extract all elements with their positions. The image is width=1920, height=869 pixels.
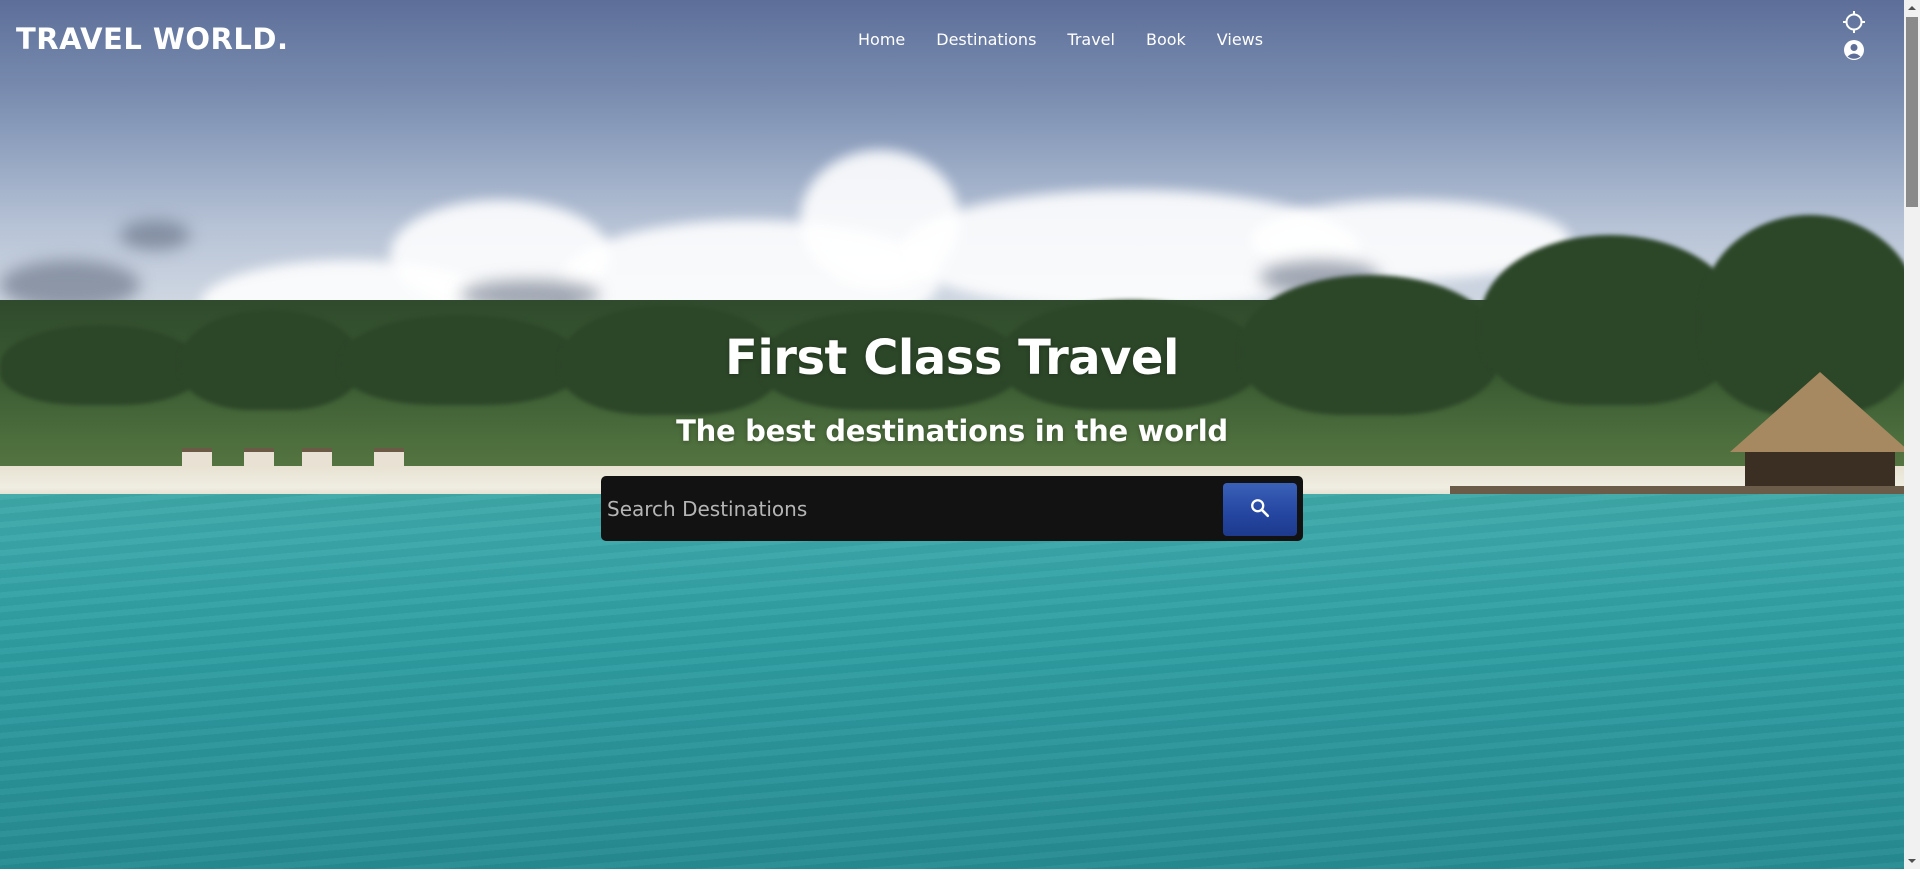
nav-link-destinations[interactable]: Destinations bbox=[936, 30, 1036, 49]
navbar: TRAVEL WORLD. Home Destinations Travel B… bbox=[0, 0, 1904, 80]
nav-icons bbox=[1842, 10, 1866, 66]
hero-title: First Class Travel bbox=[725, 330, 1179, 386]
search-icon bbox=[1249, 497, 1271, 522]
hero-subtitle: The best destinations in the world bbox=[676, 414, 1228, 448]
logo[interactable]: TRAVEL WORLD. bbox=[16, 22, 288, 56]
vertical-scrollbar[interactable] bbox=[1904, 0, 1920, 869]
scroll-down-arrow-icon[interactable] bbox=[1904, 852, 1920, 869]
scroll-up-arrow-icon[interactable] bbox=[1904, 0, 1920, 17]
nav-link-views[interactable]: Views bbox=[1217, 30, 1263, 49]
search-button[interactable] bbox=[1223, 483, 1297, 536]
user-circle-icon[interactable] bbox=[1842, 38, 1866, 62]
nav-link-home[interactable]: Home bbox=[858, 30, 905, 49]
scrollbar-thumb[interactable] bbox=[1906, 17, 1918, 207]
sea-texture bbox=[0, 494, 1904, 869]
crosshair-icon[interactable] bbox=[1842, 10, 1866, 34]
search-bar bbox=[601, 476, 1303, 541]
nav-link-book[interactable]: Book bbox=[1146, 30, 1186, 49]
hut bbox=[1745, 452, 1895, 488]
nav-links: Home Destinations Travel Book Views bbox=[858, 30, 1294, 49]
search-input[interactable] bbox=[607, 486, 1207, 531]
nav-link-travel[interactable]: Travel bbox=[1067, 30, 1115, 49]
